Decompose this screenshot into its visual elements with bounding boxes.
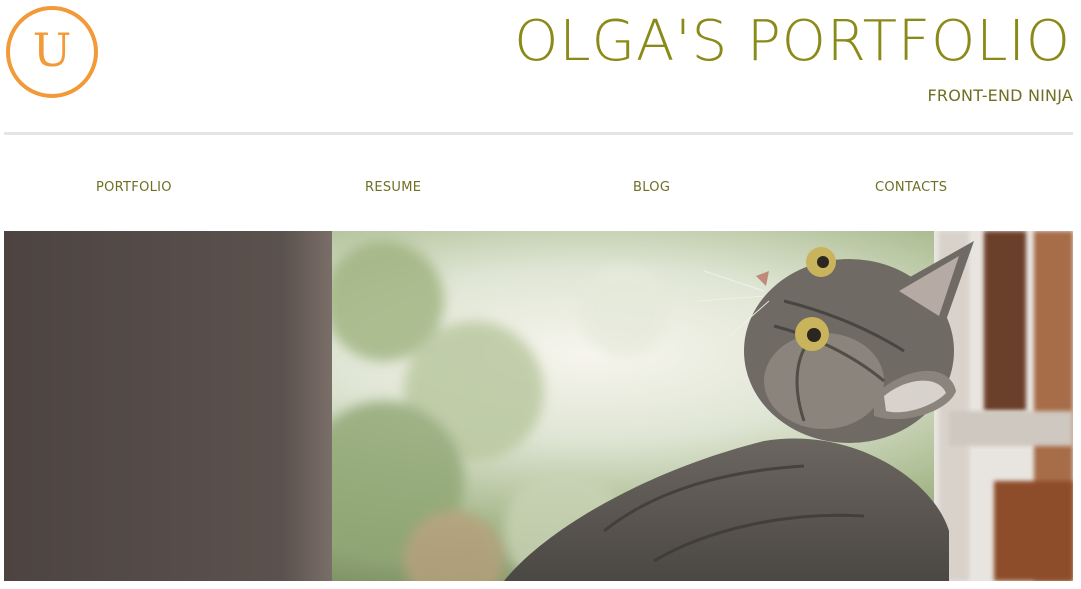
nav-item-blog[interactable]: BLOG [633, 180, 670, 195]
main-nav: PORTFOLIO RESUME BLOG CONTACTS [4, 172, 1073, 206]
site-subtitle: FRONT-END NINJA [927, 86, 1073, 105]
logo-circle-icon[interactable]: U [6, 6, 98, 98]
hero-image [4, 231, 1073, 581]
nav-item-resume[interactable]: RESUME [365, 180, 421, 195]
nav-item-portfolio[interactable]: PORTFOLIO [96, 180, 172, 195]
nav-item-contacts[interactable]: CONTACTS [875, 180, 947, 195]
cat-photo-icon [4, 231, 1073, 581]
site-title: OLGA'S PORTFOLIO [514, 9, 1071, 74]
page: U OLGA'S PORTFOLIO FRONT-END NINJA PORTF… [0, 0, 1081, 589]
header-divider [4, 132, 1073, 135]
logo-letter: U [32, 23, 72, 77]
